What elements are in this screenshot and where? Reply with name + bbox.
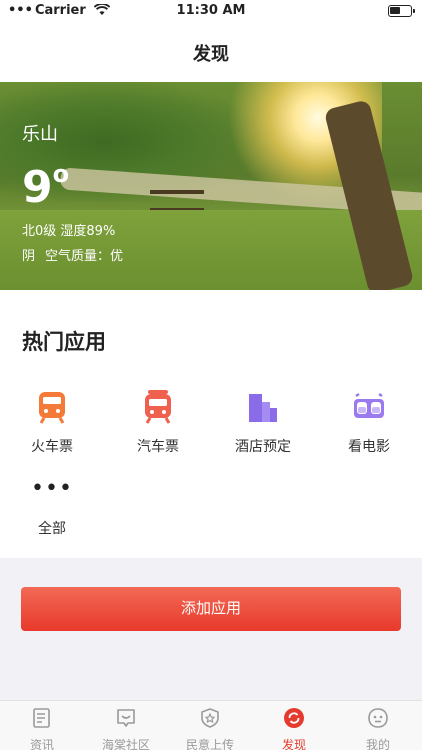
weather-air-quality: 空气质量：优 (45, 249, 124, 264)
tab-discover[interactable]: 发现 (252, 707, 336, 750)
bus-icon (145, 390, 171, 424)
weather-city: 乐山 (22, 124, 58, 145)
tab-community[interactable]: 海棠社区 (84, 707, 168, 750)
temperature-value: 9 (22, 162, 53, 213)
clock: 11:30 AM (176, 3, 246, 18)
app-label: 汽车票 (137, 439, 179, 455)
weather-temperature: 9o (22, 150, 133, 212)
tab-profile[interactable]: 我的 (336, 707, 420, 750)
app-label: 酒店预定 (235, 439, 291, 455)
app-label: 全部 (38, 521, 66, 537)
community-icon (117, 709, 135, 727)
hot-apps-section: 热门应用 火车票 汽车票 酒店预定 看电影 ••• 全部 (0, 290, 422, 558)
weather-condition: 阴 (22, 249, 36, 264)
tab-label: 民意上传 (185, 738, 234, 750)
app-label: 火车票 (31, 439, 73, 455)
tab-label: 海棠社区 (101, 738, 150, 750)
train-icon (39, 392, 65, 424)
section-title: 热门应用 (22, 330, 106, 354)
app-all[interactable]: ••• 全部 (17, 476, 87, 538)
profile-icon (368, 708, 388, 728)
tab-upload[interactable]: 民意上传 (168, 707, 252, 750)
tab-label: 我的 (365, 738, 390, 750)
status-bar: ••• Carrier 11:30 AM (0, 0, 422, 22)
upload-icon (201, 708, 219, 728)
weather-condition-row: 阴空气质量：优 (22, 245, 133, 264)
app-bus-tickets[interactable]: 汽车票 (123, 390, 193, 456)
more-dots-icon: ••• (31, 476, 73, 501)
page-title: 发现 (193, 44, 229, 65)
tab-bar: 资讯 海棠社区 民意上传 发现 我的 (0, 700, 422, 750)
bench (150, 190, 204, 210)
weather-info: 乐山 9o 北0级 湿度89% 阴空气质量：优 (22, 120, 133, 264)
weather-wind-humidity: 北0级 湿度89% (22, 224, 116, 239)
tab-news[interactable]: 资讯 (0, 707, 84, 750)
app-label: 看电影 (348, 439, 390, 455)
battery-icon (388, 5, 415, 17)
hotel-icon (249, 394, 277, 422)
nav-bar: 发现 (0, 22, 422, 82)
tab-label: 资讯 (29, 738, 54, 750)
tab-label: 发现 (281, 738, 306, 750)
app-movies[interactable]: 看电影 (334, 390, 404, 456)
news-icon (33, 708, 50, 728)
app-train-tickets[interactable]: 火车票 (17, 390, 87, 456)
degree-symbol: o (52, 160, 70, 188)
weather-banner[interactable]: 乐山 9o 北0级 湿度89% 阴空气质量：优 (0, 82, 422, 290)
add-app-button[interactable]: 添加应用 (21, 587, 401, 631)
discover-icon (284, 708, 304, 728)
app-hotel-booking[interactable]: 酒店预定 (228, 390, 298, 456)
glasses-icon (354, 392, 384, 418)
